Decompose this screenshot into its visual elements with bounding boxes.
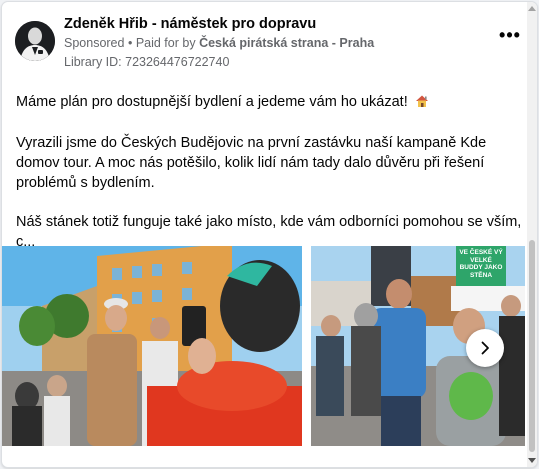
sponsored-label[interactable]: Sponsored [64, 36, 124, 50]
scroll-down-arrow-icon[interactable] [528, 458, 536, 463]
post-paragraph-text: Máme plán pro dostupnější bydlení a jede… [16, 94, 408, 110]
avatar-portrait-icon [15, 21, 55, 61]
carousel-photo-1[interactable] [2, 246, 302, 446]
chevron-right-icon [481, 341, 489, 355]
more-options-button[interactable]: ••• [497, 26, 523, 50]
avatar[interactable] [15, 21, 55, 61]
vertical-scrollbar[interactable] [527, 2, 537, 467]
paid-for-by-link[interactable]: Česká pirátská strana - Praha [199, 36, 374, 50]
house-emoji-icon [415, 94, 429, 114]
sponsor-line: Sponsored • Paid for by Česká pirátská s… [64, 36, 374, 50]
post-paragraph: Máme plán pro dostupnější bydlení a jede… [16, 92, 531, 114]
scroll-up-arrow-icon[interactable] [528, 6, 536, 11]
paid-for-prefix: Paid for by [135, 36, 196, 50]
scrollbar-thumb[interactable] [529, 240, 535, 452]
banner-text: VE ČESKÉ VÝ VELKÉ BUDDY JAKO STĚNA [459, 249, 503, 279]
library-id: Library ID: 723264476722740 [64, 55, 230, 69]
ad-post-card: Zdeněk Hřib - náměstek pro dopravu Spons… [1, 1, 538, 468]
post-paragraph: Vyrazili jsme do Českých Budějovic na pr… [16, 135, 487, 191]
page-author-name[interactable]: Zdeněk Hřib - náměstek pro dopravu [64, 16, 316, 32]
post-body: Máme plán pro dostupnější bydlení a jede… [16, 92, 531, 271]
separator-dot: • [127, 36, 136, 50]
media-carousel: VE ČESKÉ VÝ VELKÉ BUDDY JAKO STĚNA [2, 246, 527, 448]
carousel-next-button[interactable] [466, 329, 504, 367]
photo-street-crowd-icon [2, 246, 302, 446]
